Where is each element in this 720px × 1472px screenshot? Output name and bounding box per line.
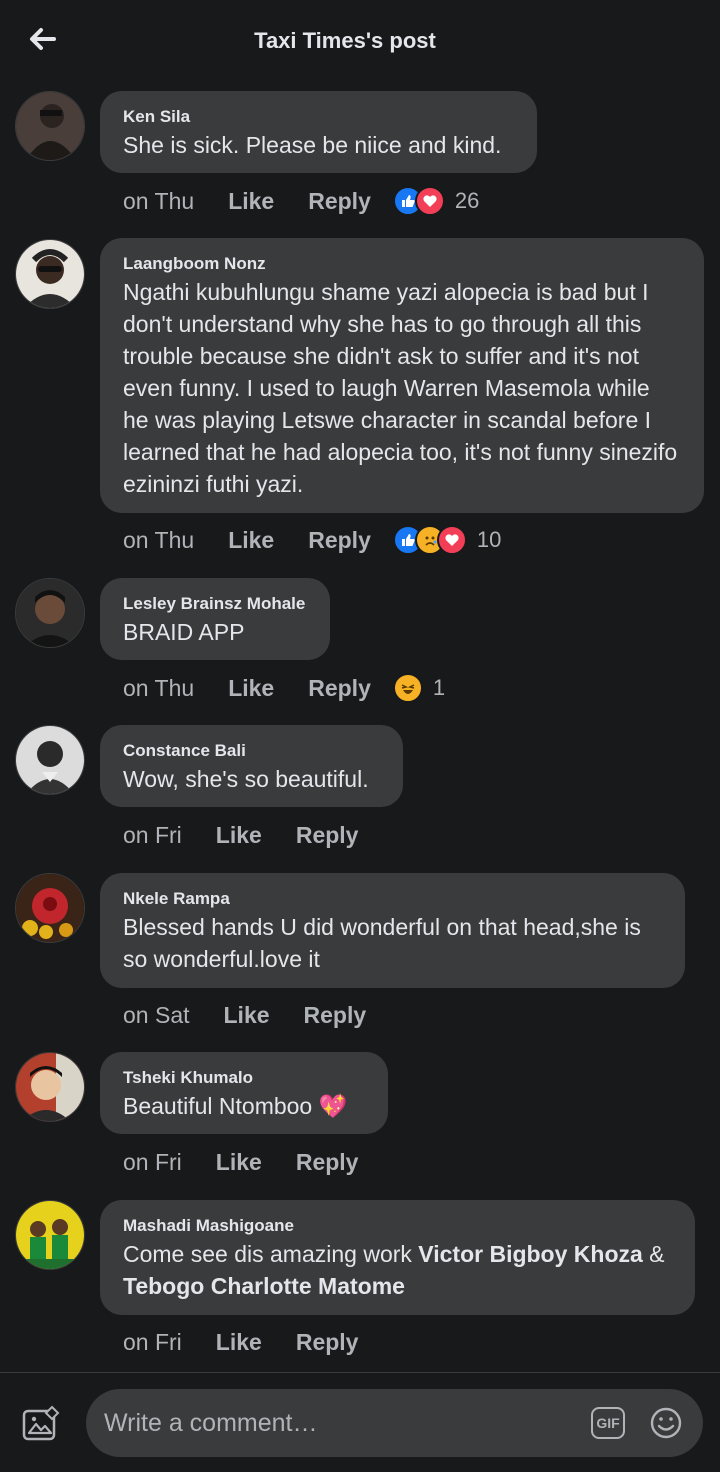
comment-actions: on Fri Like Reply	[123, 1147, 392, 1177]
comment-text: She is sick. Please be niice and kind.	[123, 132, 502, 158]
avatar[interactable]	[15, 873, 85, 943]
emoji-icon[interactable]	[649, 1406, 683, 1440]
reply-button[interactable]: Reply	[296, 1329, 359, 1356]
avatar[interactable]	[15, 1052, 85, 1122]
sparkling-heart-emoji: 💖	[318, 1093, 348, 1119]
comment-author[interactable]: Mashadi Mashigoane	[123, 1214, 672, 1238]
comment-bubble[interactable]: Nkele Rampa Blessed hands U did wonderfu…	[100, 873, 685, 988]
comment-author[interactable]: Ken Sila	[123, 105, 514, 129]
reply-button[interactable]: Reply	[308, 527, 371, 554]
love-reaction-icon	[436, 525, 467, 555]
haha-reaction-icon	[392, 673, 423, 703]
comment-author[interactable]: Constance Bali	[123, 739, 380, 763]
reply-button[interactable]: Reply	[296, 822, 359, 849]
reaction-summary[interactable]: 1	[392, 673, 446, 703]
comment-bubble[interactable]: Lesley Brainsz Mohale BRAID APP	[100, 578, 330, 660]
comment-text: Wow, she's so beautiful.	[123, 766, 369, 792]
comment-input[interactable]: Write a comment… GIF	[86, 1389, 703, 1457]
reaction-summary[interactable]: 10	[392, 525, 502, 555]
like-button[interactable]: Like	[228, 188, 274, 215]
reaction-count: 10	[476, 527, 502, 552]
comment-input-placeholder: Write a comment…	[104, 1409, 318, 1437]
comment-time[interactable]: on Fri	[123, 1329, 182, 1356]
like-button[interactable]: Like	[228, 675, 274, 702]
mention-link[interactable]: Tebogo Charlotte Matome	[123, 1273, 405, 1299]
reaction-count: 1	[432, 675, 446, 700]
mention-link[interactable]: Victor Bigboy Khoza	[418, 1241, 643, 1267]
comment-text-content: Beautiful Ntomboo	[123, 1093, 313, 1119]
reply-button[interactable]: Reply	[296, 1149, 359, 1176]
avatar[interactable]	[15, 239, 85, 309]
comment-actions: on Fri Like Reply	[123, 820, 392, 850]
comment-author[interactable]: Laangboom Nonz	[123, 252, 681, 276]
comment-bubble[interactable]: Ken Sila She is sick. Please be niice an…	[100, 91, 537, 173]
comment-author[interactable]: Tsheki Khumalo	[123, 1066, 365, 1090]
comment-time[interactable]: on Sat	[123, 1002, 190, 1029]
like-button[interactable]: Like	[216, 822, 262, 849]
reply-button[interactable]: Reply	[308, 188, 371, 215]
like-button[interactable]: Like	[224, 1002, 270, 1029]
comment-time[interactable]: on Fri	[123, 1149, 182, 1176]
avatar[interactable]	[15, 578, 85, 648]
comment-time[interactable]: on Thu	[123, 527, 194, 554]
page-title: Taxi Times's post	[254, 28, 436, 53]
comment-text: BRAID APP	[123, 619, 245, 645]
top-bar: Taxi Times's post	[0, 0, 720, 84]
avatar[interactable]	[15, 91, 85, 161]
comment-text-content: Come see dis amazing work	[123, 1241, 419, 1267]
reaction-count: 26	[454, 188, 480, 213]
comment-author[interactable]: Nkele Rampa	[123, 887, 662, 911]
comment-text: Come see dis amazing work Victor Bigboy …	[123, 1238, 672, 1302]
avatar[interactable]	[15, 725, 85, 795]
comment-text: Ngathi kubuhlungu shame yazi alopecia is…	[123, 279, 678, 497]
like-button[interactable]: Like	[216, 1329, 262, 1356]
comment-actions: on Sat Like Reply	[123, 1000, 400, 1030]
comment-text: Beautiful Ntomboo 💖	[123, 1090, 365, 1122]
comment-bubble[interactable]: Constance Bali Wow, she's so beautiful.	[100, 725, 403, 807]
comment-actions: on Thu Like Reply 1	[123, 673, 445, 703]
comment-bubble[interactable]: Mashadi Mashigoane Come see dis amazing …	[100, 1200, 695, 1315]
like-button[interactable]: Like	[216, 1149, 262, 1176]
comment-bubble[interactable]: Laangboom Nonz Ngathi kubuhlungu shame y…	[100, 238, 704, 513]
comment-actions: on Thu Like Reply 10	[123, 525, 501, 555]
photo-icon[interactable]	[22, 1405, 60, 1441]
comment-time[interactable]: on Thu	[123, 188, 194, 215]
reply-button[interactable]: Reply	[304, 1002, 367, 1029]
like-button[interactable]: Like	[228, 527, 274, 554]
gif-icon[interactable]: GIF	[591, 1407, 625, 1439]
comment-composer: Write a comment… GIF	[0, 1372, 720, 1472]
comment-time[interactable]: on Thu	[123, 675, 194, 702]
comment-bubble[interactable]: Tsheki Khumalo Beautiful Ntomboo 💖	[100, 1052, 388, 1134]
comment-text: Blessed hands U did wonderful on that he…	[123, 914, 641, 972]
avatar[interactable]	[15, 1200, 85, 1270]
comment-text-content: &	[642, 1241, 665, 1267]
reaction-summary[interactable]: 26	[392, 186, 480, 216]
comment-time[interactable]: on Fri	[123, 822, 182, 849]
love-reaction-icon	[414, 186, 445, 216]
comment-author[interactable]: Lesley Brainsz Mohale	[123, 592, 307, 616]
reply-button[interactable]: Reply	[308, 675, 371, 702]
comment-actions: on Thu Like Reply 26	[123, 186, 479, 216]
comment-actions: on Fri Like Reply	[123, 1327, 392, 1357]
